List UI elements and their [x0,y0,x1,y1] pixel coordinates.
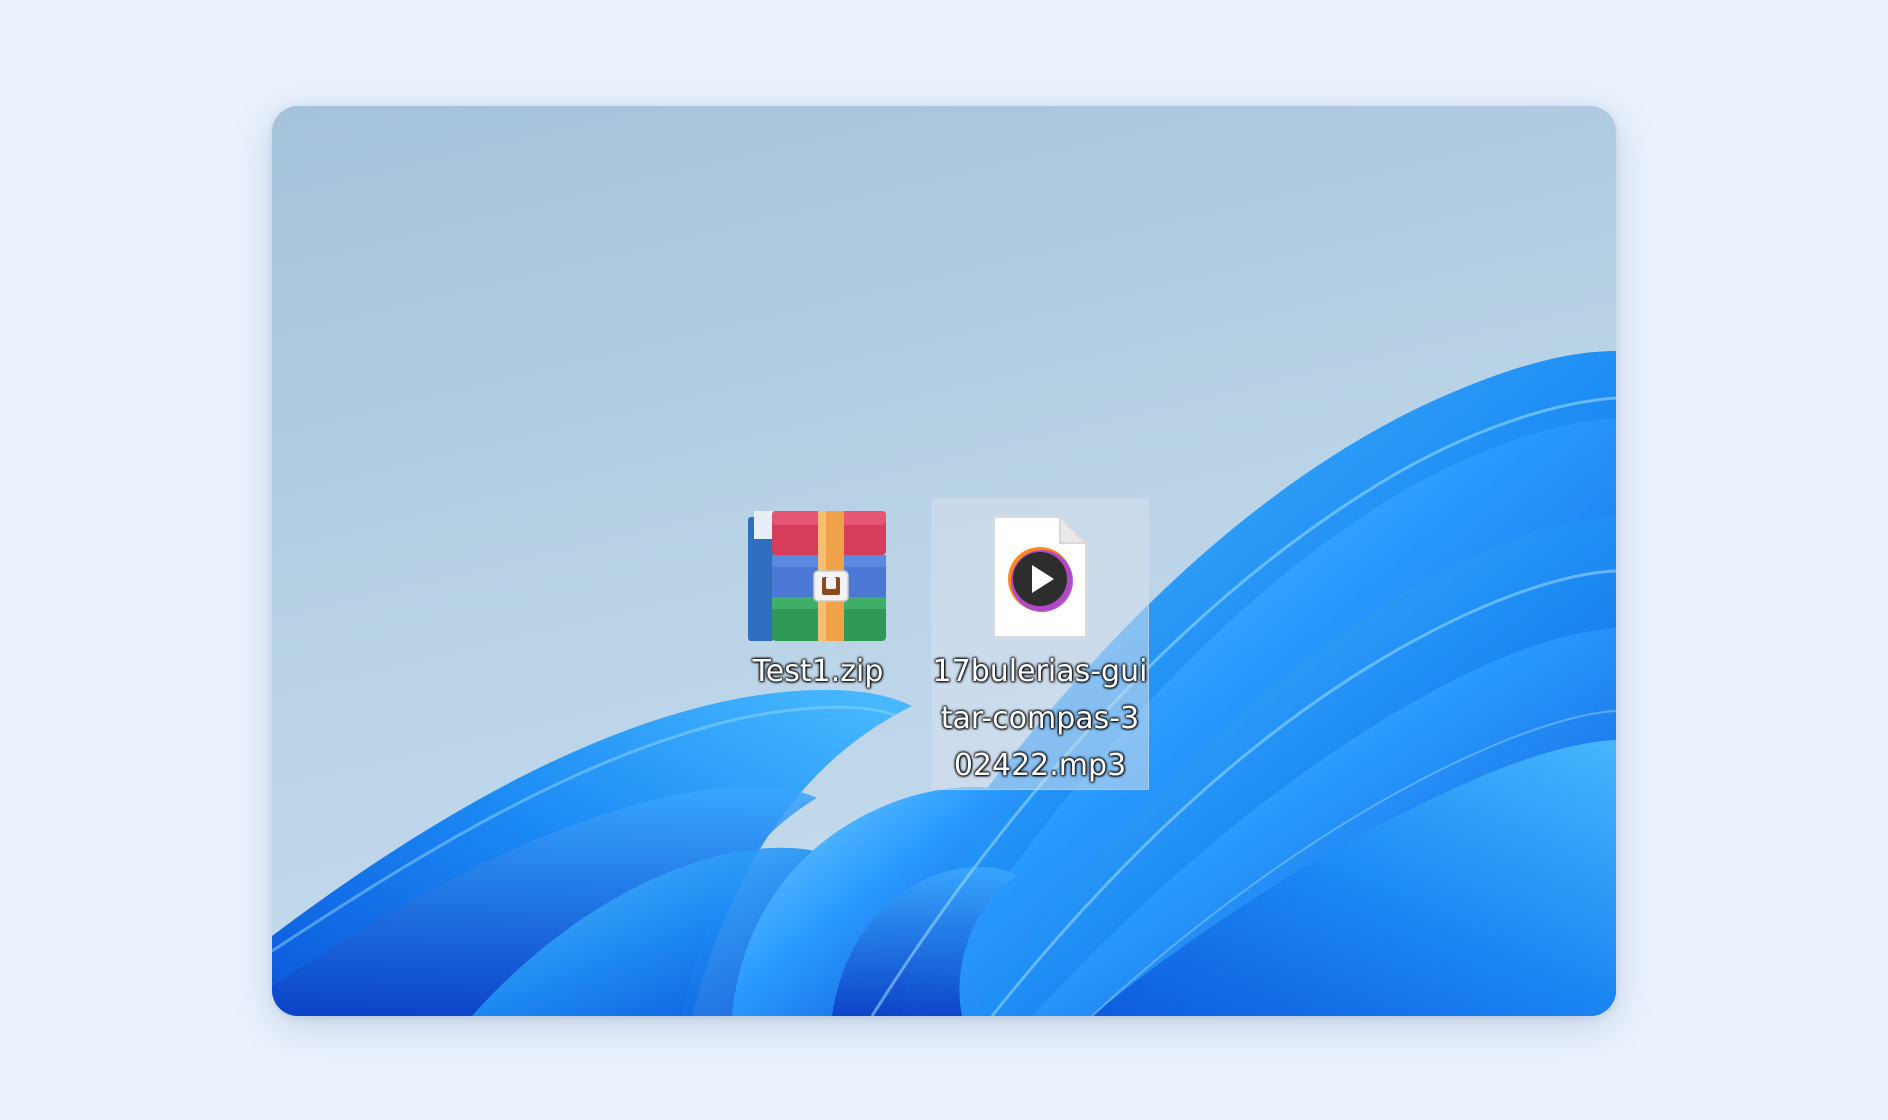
desktop-icon-label: Test1.zip [752,654,884,689]
winrar-archive-icon [748,508,888,644]
desktop-icon-test1-zip[interactable]: Test1.zip [742,498,894,695]
media-file-icon [970,509,1110,644]
desktop-icon-label: 17bulerias-guitar-compas-302422.mp3 [932,654,1148,783]
desktop-screen: Test1.zip 17bulerias-guitar-compas-30242… [272,106,1616,1016]
desktop-icon-mp3-file[interactable]: 17bulerias-guitar-compas-302422.mp3 [931,498,1149,790]
